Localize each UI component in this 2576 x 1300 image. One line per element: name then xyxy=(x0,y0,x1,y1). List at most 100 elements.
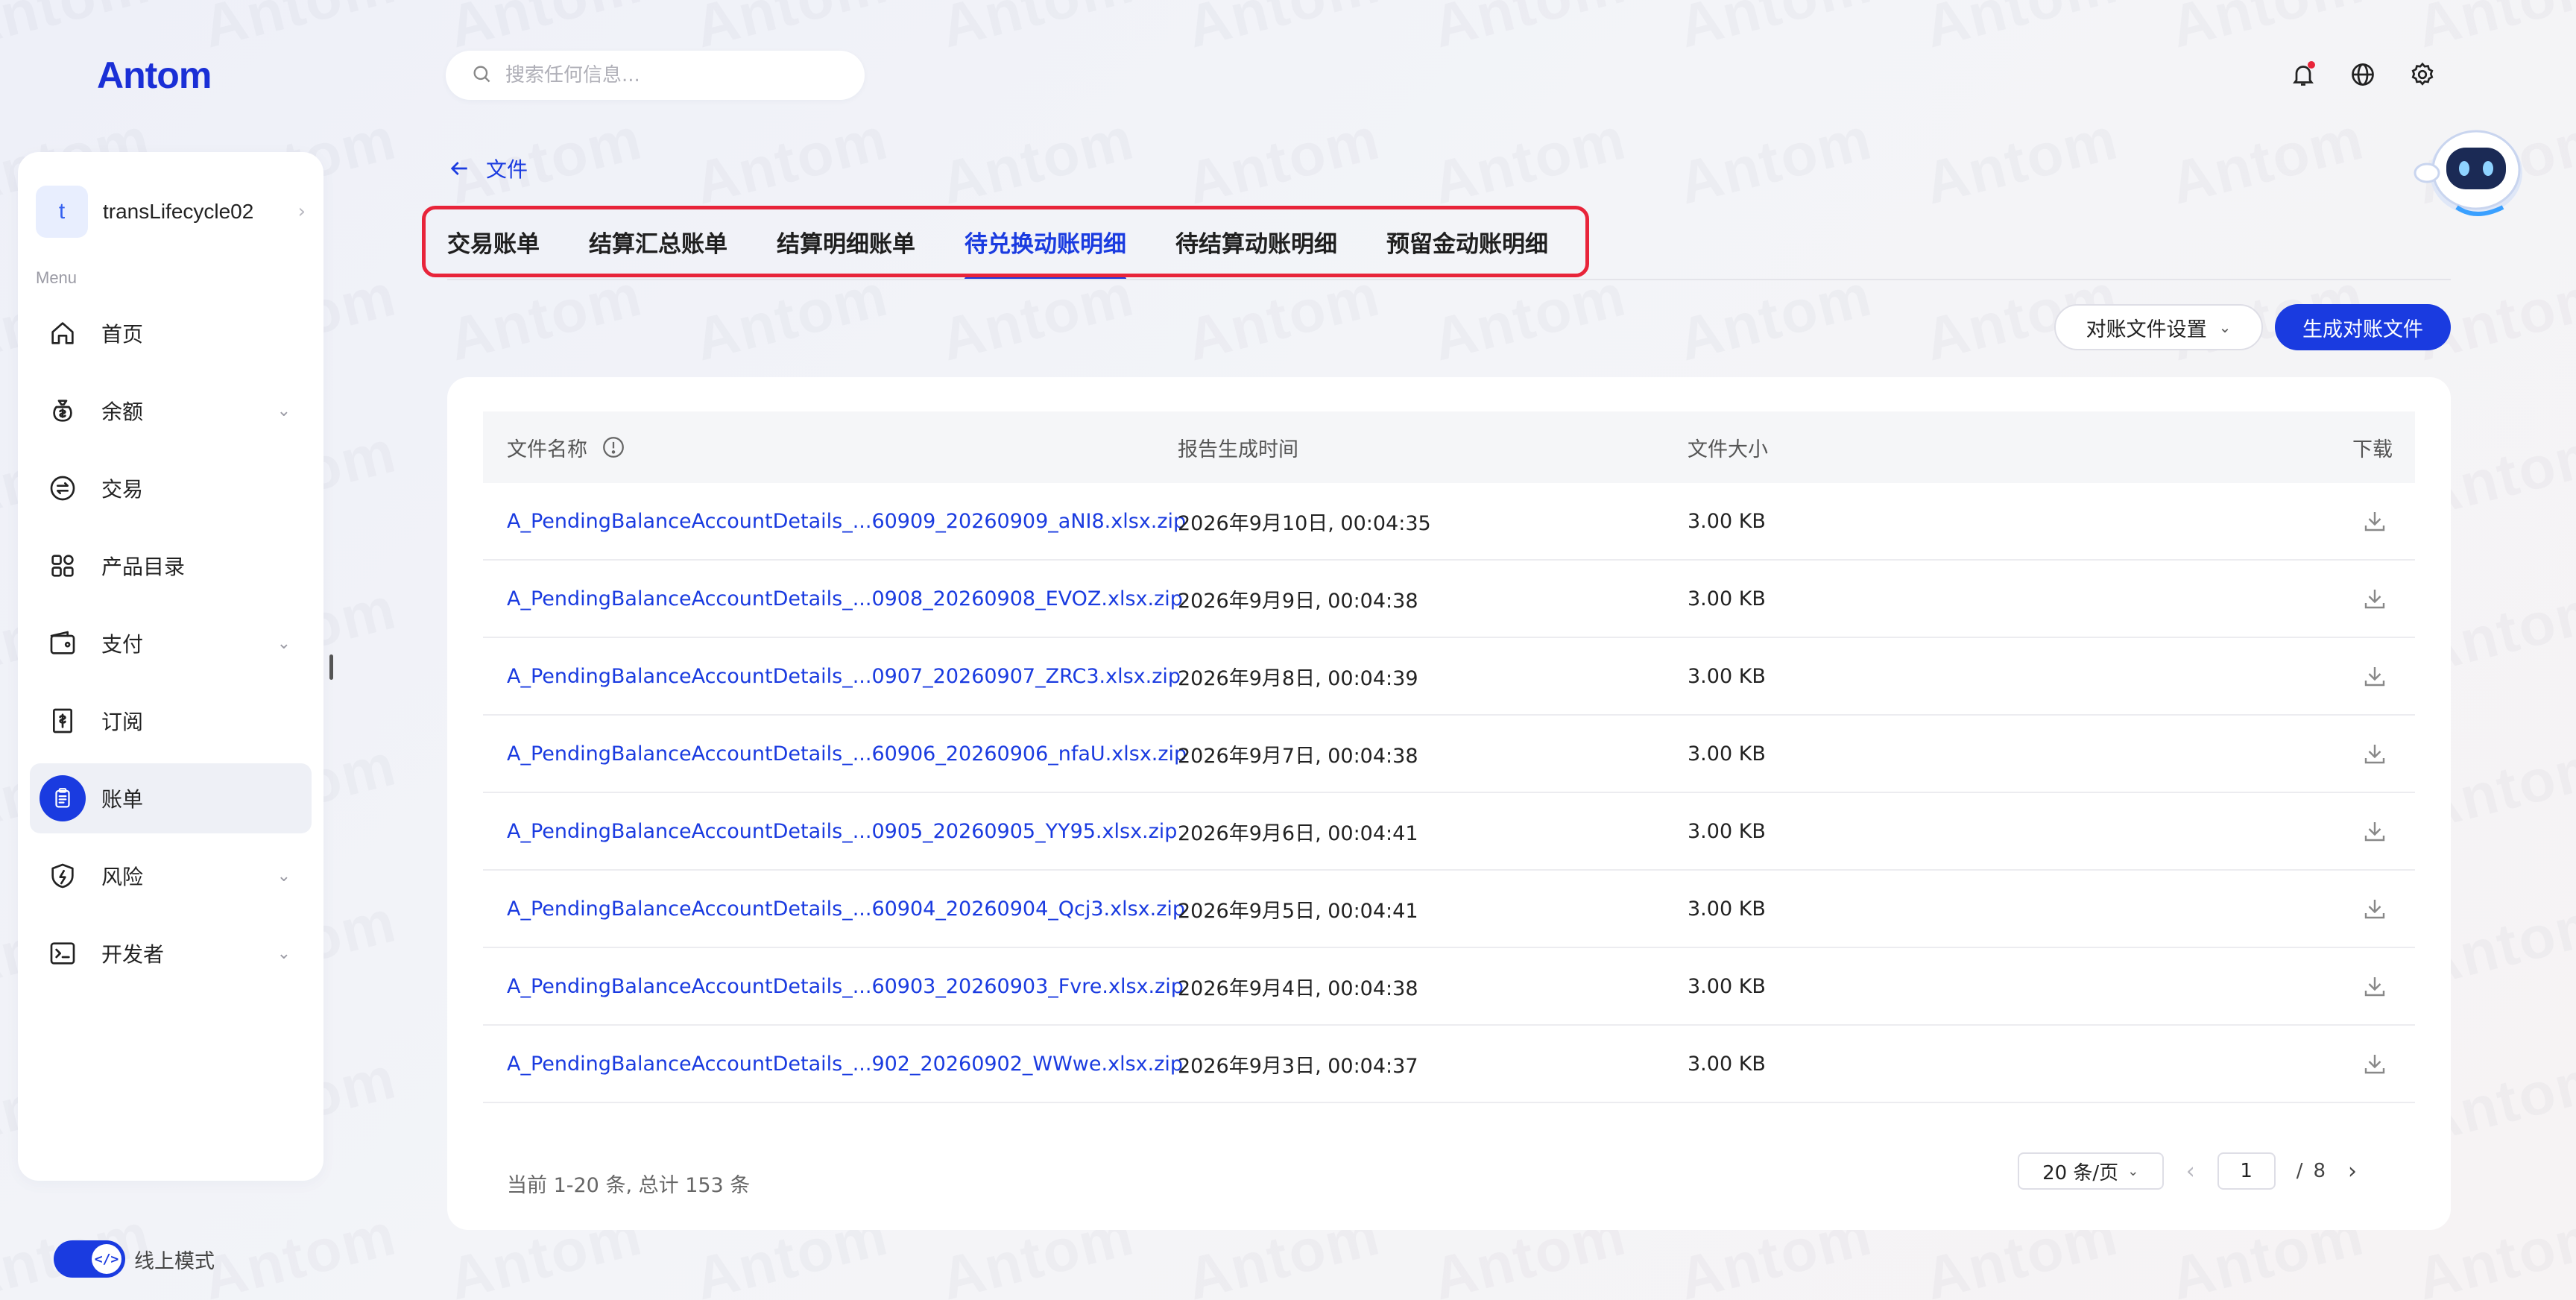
download-icon[interactable] xyxy=(2361,1050,2388,1077)
statement-tabs: 交易账单 结算汇总账单 结算明细账单 待兑换动账明细 待结算动账明细 预留金动账明细 xyxy=(447,225,1597,280)
reconciliation-settings-dropdown[interactable]: 对账文件设置 ⌄ xyxy=(2054,304,2263,350)
report-time: 2026年9月3日, 00:04:37 xyxy=(1178,1054,1418,1078)
chevron-down-icon: ⌄ xyxy=(277,866,291,886)
home-icon xyxy=(45,315,80,351)
page-number-input[interactable] xyxy=(2217,1152,2276,1190)
gear-icon[interactable] xyxy=(2408,60,2437,89)
sidebar-item-label: 产品目录 xyxy=(101,555,186,579)
sidebar-item-3[interactable]: 产品目录 xyxy=(30,531,312,601)
sidebar-item-6[interactable]: 账单 xyxy=(30,763,312,833)
file-size: 3.00 KB xyxy=(1688,897,1766,921)
file-name-link[interactable]: A_PendingBalanceAccountDetails_...60903_… xyxy=(507,975,1184,998)
file-name-link[interactable]: A_PendingBalanceAccountDetails_...0907_2… xyxy=(507,665,1181,688)
search-bar[interactable] xyxy=(446,51,865,100)
info-icon[interactable] xyxy=(601,435,626,460)
watermark-text: Antom xyxy=(934,104,1141,217)
file-name-link[interactable]: A_PendingBalanceAccountDetails_...60909_… xyxy=(507,510,1186,533)
tab-1[interactable]: 结算汇总账单 xyxy=(589,225,727,279)
tab-3[interactable]: 待兑换动账明细 xyxy=(965,225,1126,280)
sidebar-item-1[interactable]: 余额 ⌄ xyxy=(30,376,312,446)
sidebar-item-label: 账单 xyxy=(101,787,144,812)
globe-icon[interactable] xyxy=(2348,60,2378,89)
download-icon[interactable] xyxy=(2361,895,2388,922)
sidebar-collapse-handle[interactable] xyxy=(329,654,333,680)
sidebar-item-2[interactable]: 交易 xyxy=(30,453,312,523)
sidebar-item-label: 开发者 xyxy=(101,942,165,967)
column-header-download: 下载 xyxy=(2352,438,2393,461)
files-table-card: 文件名称 报告生成时间 文件大小 下载 A_PendingBalanceAcco… xyxy=(447,377,2451,1230)
pagination-summary: 当前 1-20 条, 总计 153 条 xyxy=(507,1174,751,1197)
robot-assistant-icon[interactable] xyxy=(2405,112,2539,224)
sidebar-nav: 首页 余额 ⌄ 交易 产品目录 支付 ⌄ 订阅 账单 风险 ⌄ 开发者 ⌄ xyxy=(30,298,312,996)
tab-2[interactable]: 结算明细账单 xyxy=(777,225,915,279)
watermark-text: Antom xyxy=(1918,104,2125,217)
menu-section-label: Menu xyxy=(36,268,78,287)
table-row: A_PendingBalanceAccountDetails_...0907_2… xyxy=(483,638,2415,716)
total-pages: 8 xyxy=(2313,1160,2326,1182)
download-icon[interactable] xyxy=(2361,585,2388,612)
page-size-value: 20 条/页 xyxy=(2042,1161,2119,1184)
watermark-text: Antom xyxy=(196,1200,403,1300)
generate-file-button[interactable]: 生成对账文件 xyxy=(2275,304,2451,350)
chevron-right-icon: › xyxy=(297,201,306,223)
live-mode-label: 线上模式 xyxy=(134,1249,215,1273)
sidebar-item-4[interactable]: 支付 ⌄ xyxy=(30,608,312,678)
next-page-icon[interactable]: › xyxy=(2348,1158,2357,1184)
header-actions xyxy=(2288,60,2437,89)
watermark-text: Antom xyxy=(0,0,157,60)
file-name-link[interactable]: A_PendingBalanceAccountDetails_...60906_… xyxy=(507,742,1187,766)
table-body: A_PendingBalanceAccountDetails_...60909_… xyxy=(483,483,2415,1139)
merchant-switcher[interactable]: t transLifecycle02 › xyxy=(36,180,306,243)
merchant-avatar: t xyxy=(36,186,88,238)
tab-0[interactable]: 交易账单 xyxy=(447,225,540,279)
wallet-icon xyxy=(45,625,80,661)
watermark-text: Antom xyxy=(1918,0,2125,60)
tab-5[interactable]: 预留金动账明细 xyxy=(1386,225,1548,279)
search-input[interactable] xyxy=(505,64,833,86)
table-row: A_PendingBalanceAccountDetails_...60904_… xyxy=(483,871,2415,948)
live-mode-switch[interactable]: </> 线上模式 xyxy=(54,1240,215,1278)
table-row: A_PendingBalanceAccountDetails_...0905_2… xyxy=(483,793,2415,871)
file-name-link[interactable]: A_PendingBalanceAccountDetails_...0908_2… xyxy=(507,587,1183,610)
column-name-label: 文件名称 xyxy=(507,438,587,461)
watermark-text: Antom xyxy=(1672,104,1879,217)
antom-logo[interactable]: Antom xyxy=(97,54,212,97)
sidebar-item-label: 余额 xyxy=(101,400,144,424)
prev-page-icon[interactable]: ‹ xyxy=(2186,1158,2195,1184)
column-header-name: 文件名称 xyxy=(507,433,626,462)
sidebar-item-label: 风险 xyxy=(101,865,144,889)
tab-4[interactable]: 待结算动账明细 xyxy=(1175,225,1337,279)
back-to-files-link[interactable]: 文件 xyxy=(447,154,528,183)
download-icon[interactable] xyxy=(2361,818,2388,845)
grid-icon xyxy=(45,548,80,584)
live-mode-toggle[interactable]: </> xyxy=(54,1240,125,1278)
bell-icon[interactable] xyxy=(2288,60,2318,89)
sidebar-item-7[interactable]: 风险 ⌄ xyxy=(30,841,312,911)
exchange-icon xyxy=(45,470,80,506)
report-time: 2026年9月9日, 00:04:38 xyxy=(1178,589,1418,613)
code-icon: </> xyxy=(92,1244,121,1274)
file-name-link[interactable]: A_PendingBalanceAccountDetails_...902_20… xyxy=(507,1053,1183,1076)
sidebar-item-5[interactable]: 订阅 xyxy=(30,686,312,756)
file-size: 3.00 KB xyxy=(1688,509,1766,533)
download-icon[interactable] xyxy=(2361,973,2388,1000)
arrow-left-icon xyxy=(450,162,467,175)
file-name-link[interactable]: A_PendingBalanceAccountDetails_...0905_2… xyxy=(507,820,1177,843)
page-size-select[interactable]: 20 条/页 ⌄ xyxy=(2017,1152,2164,1190)
download-icon[interactable] xyxy=(2361,508,2388,534)
file-name-link[interactable]: A_PendingBalanceAccountDetails_...60904_… xyxy=(507,897,1185,921)
settings-label: 对账文件设置 xyxy=(2086,318,2207,341)
sidebar-item-label: 交易 xyxy=(101,477,144,502)
sidebar-item-0[interactable]: 首页 xyxy=(30,298,312,368)
file-size: 3.00 KB xyxy=(1688,742,1766,766)
watermark-text: Antom xyxy=(1426,104,1633,217)
report-time: 2026年9月10日, 00:04:35 xyxy=(1178,511,1431,535)
sidebar-item-8[interactable]: 开发者 ⌄ xyxy=(30,918,312,988)
chevron-down-icon: ⌄ xyxy=(2218,318,2232,336)
download-icon[interactable] xyxy=(2361,663,2388,690)
chevron-down-icon: ⌄ xyxy=(277,401,291,420)
download-icon[interactable] xyxy=(2361,740,2388,767)
watermark-text: Antom xyxy=(1180,104,1387,217)
back-link-label: 文件 xyxy=(486,157,528,182)
table-row: A_PendingBalanceAccountDetails_...60903_… xyxy=(483,948,2415,1026)
